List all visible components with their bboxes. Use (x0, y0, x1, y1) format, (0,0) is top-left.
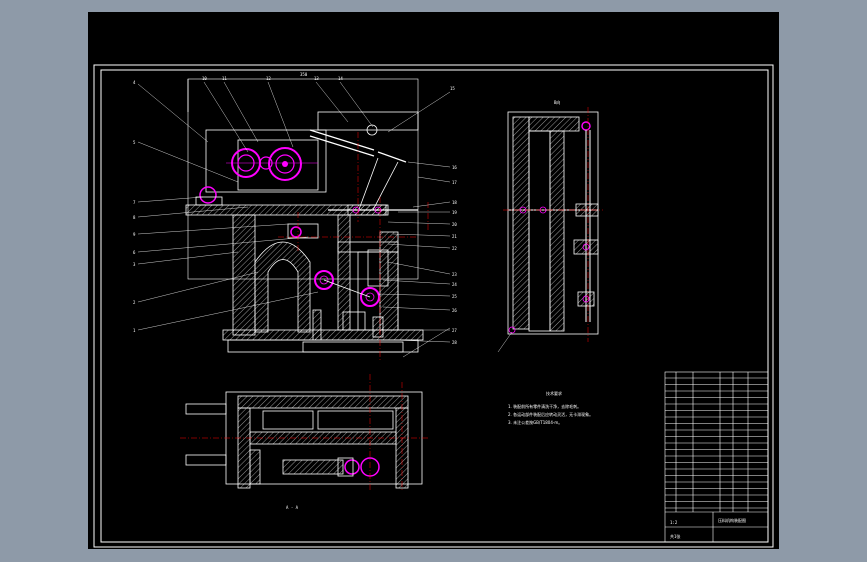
callout-5: 5 (133, 140, 136, 145)
callout-8: 8 (133, 215, 136, 220)
callout-13: 13 (314, 76, 319, 81)
section-a-a-view (185, 391, 423, 489)
callout-28: 28 (452, 340, 457, 345)
cad-drawing-viewport[interactable]: 4 5 7 8 9 6 3 2 1 10 11 12 13 14 15 16 1… (88, 12, 779, 549)
top-dimension: 350 (300, 72, 308, 77)
side-view-label: B向 (554, 99, 560, 105)
notes-title: 技术要求 (546, 390, 562, 396)
bom-text: 1:2 压料机构装配图 共1张 (670, 517, 746, 539)
callout-16: 16 (452, 165, 457, 170)
callout-14: 14 (338, 76, 343, 81)
title-block-scale: 1:2 (670, 520, 678, 525)
callout-22: 22 (452, 246, 457, 251)
notes-line-2: 2. 各运动部件装配后应转动灵活，无卡滞现象。 (508, 411, 593, 417)
title-block-drawing-title: 压料机构装配图 (718, 517, 746, 523)
main-front-view (185, 78, 424, 353)
side-view (497, 111, 599, 353)
callout-27: 27 (452, 328, 457, 333)
outer-border (93, 64, 774, 548)
callout-9: 9 (133, 232, 136, 237)
callout-19: 19 (452, 210, 457, 215)
callout-1: 1 (133, 328, 136, 333)
technical-notes: 技术要求 1. 装配前所有零件清洗干净，去除毛刺。 2. 各运动部件装配后应转动… (508, 390, 593, 425)
callout-4: 4 (133, 80, 136, 85)
callout-6: 6 (133, 250, 136, 255)
notes-line-3: 3. 未注公差按GB/T1804-m。 (508, 419, 562, 425)
notes-line-1: 1. 装配前所有零件清洗干净，去除毛刺。 (508, 403, 581, 409)
callout-26: 26 (452, 308, 457, 313)
title-block (664, 371, 769, 543)
callout-2: 2 (133, 300, 136, 305)
cad-drawing-canvas: 4 5 7 8 9 6 3 2 1 10 11 12 13 14 15 16 1… (93, 64, 774, 548)
callout-21: 21 (452, 234, 457, 239)
callout-20: 20 (452, 222, 457, 227)
callout-10: 10 (202, 76, 207, 81)
callout-18: 18 (452, 200, 457, 205)
callout-12: 12 (266, 76, 271, 81)
callout-17: 17 (452, 180, 457, 185)
leader-lines (137, 81, 451, 358)
callout-25: 25 (452, 294, 457, 299)
title-block-sheet: 共1张 (670, 533, 680, 539)
callout-23: 23 (452, 272, 457, 277)
callout-7: 7 (133, 200, 136, 205)
callout-3: 3 (133, 262, 136, 267)
inner-border (100, 69, 769, 543)
section-label: A - A (286, 505, 299, 510)
callout-15: 15 (450, 86, 455, 91)
callout-24: 24 (452, 282, 457, 287)
callout-11: 11 (222, 76, 227, 81)
